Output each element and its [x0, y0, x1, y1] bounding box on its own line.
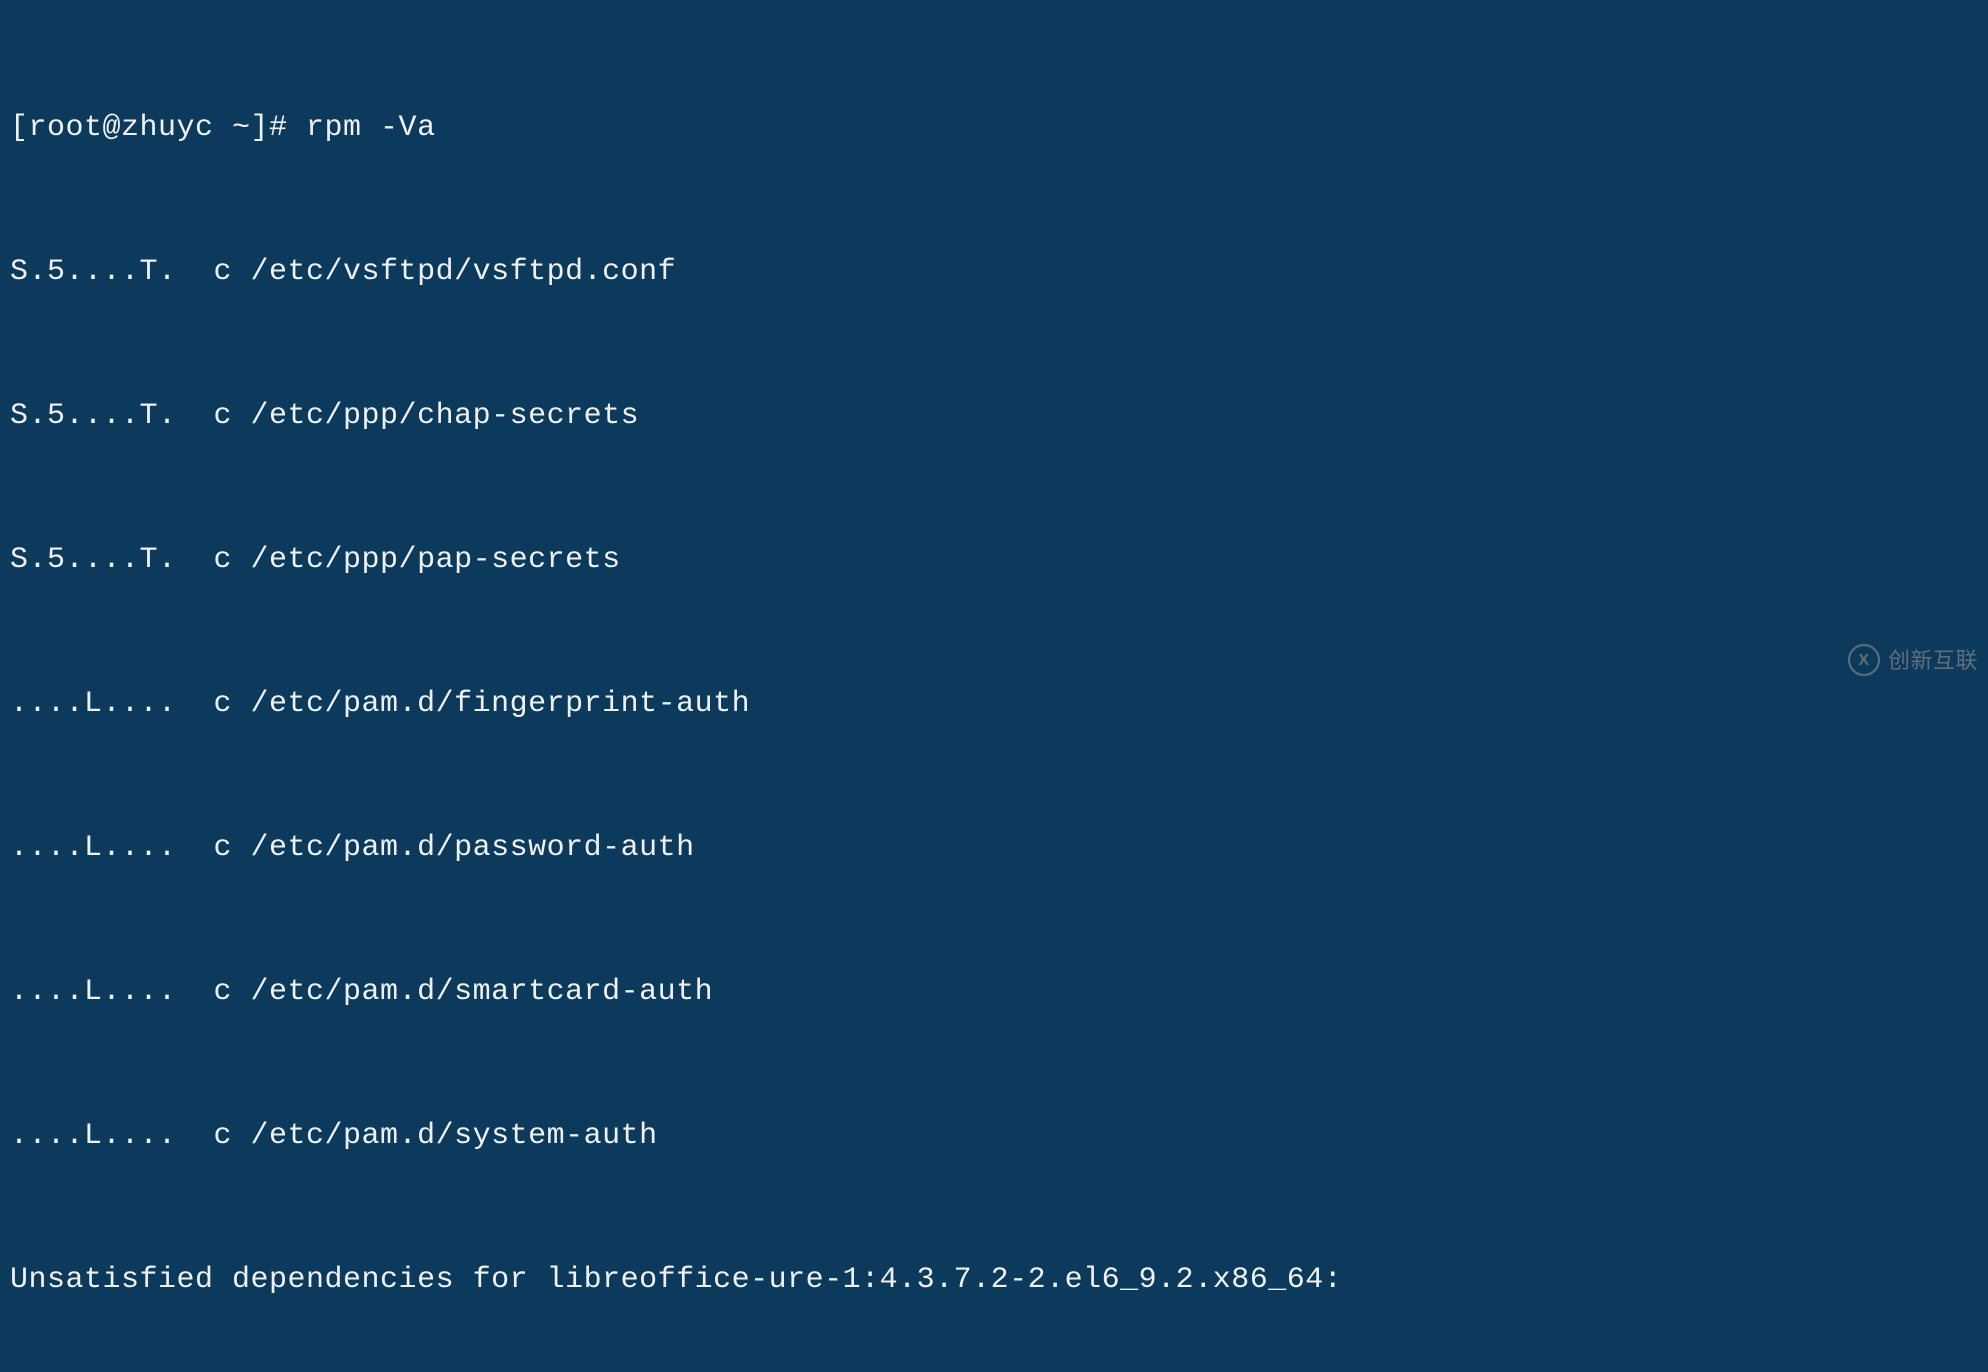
- watermark: X 创新互联: [1848, 643, 1978, 678]
- watermark-label: 创新互联: [1888, 643, 1978, 678]
- terminal-output: [root@zhuyc ~]# rpm -Va S.5....T. c /etc…: [10, 8, 1978, 1372]
- output-line: S.5....T. c /etc/ppp/pap-secrets: [10, 536, 1978, 584]
- output-line: ....L.... c /etc/pam.d/system-auth: [10, 1112, 1978, 1160]
- output-line: S.5....T. c /etc/ppp/chap-secrets: [10, 392, 1978, 440]
- watermark-icon: X: [1848, 644, 1880, 676]
- output-line: ....L.... c /etc/pam.d/smartcard-auth: [10, 968, 1978, 1016]
- watermark-icon-text: X: [1858, 648, 1869, 674]
- output-line: S.5....T. c /etc/vsftpd/vsftpd.conf: [10, 248, 1978, 296]
- command-prompt-line: [root@zhuyc ~]# rpm -Va: [10, 104, 1978, 152]
- output-line: Unsatisfied dependencies for libreoffice…: [10, 1256, 1978, 1304]
- output-line: ....L.... c /etc/pam.d/password-auth: [10, 824, 1978, 872]
- output-line: ....L.... c /etc/pam.d/fingerprint-auth: [10, 680, 1978, 728]
